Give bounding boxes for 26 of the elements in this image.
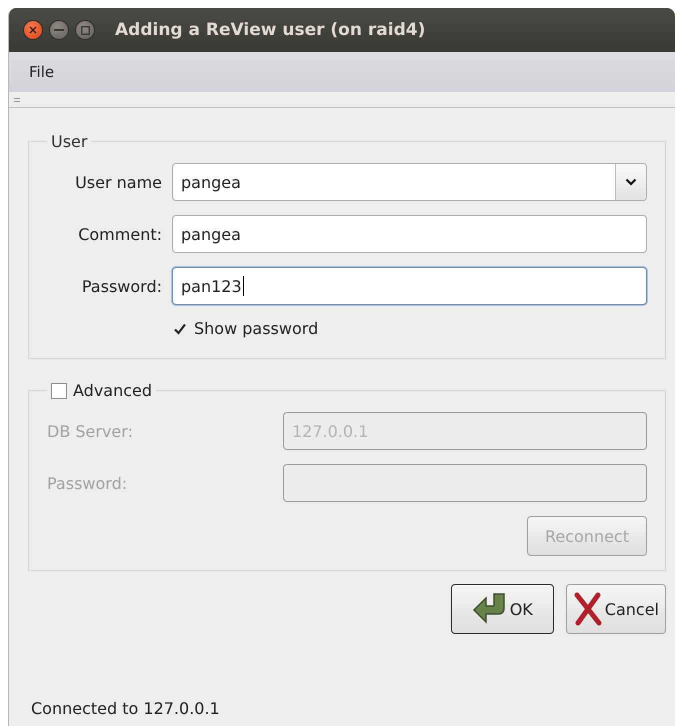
group-title: User [51,132,88,151]
grip-icon[interactable] [14,98,20,102]
status-text: Connected to 127.0.0.1 [30,699,221,720]
cross-icon [572,592,603,626]
dropdown-button[interactable] [615,164,646,200]
input-field[interactable]: pangea [172,215,647,253]
maximize-icon[interactable] [75,20,95,40]
input-field[interactable]: pan123 [172,267,647,305]
cancel-button[interactable]: Cancel [566,584,666,634]
menu-item[interactable]: File [29,63,54,81]
checkmark-icon [173,322,187,336]
checkbox-label: Advanced [73,381,152,400]
combo-box[interactable]: pangea [172,163,647,201]
minimize-icon[interactable] [49,20,69,40]
chevron-down-icon [625,178,637,186]
window-title: Adding a ReView user (on raid4) [115,20,426,40]
field-label: Password: [47,474,128,492]
checkbox[interactable] [51,382,67,398]
close-icon[interactable] [23,20,43,40]
field-label: User name [74,172,162,192]
field-label: Password: [80,276,162,296]
ok-button[interactable]: OK [450,584,554,634]
return-arrow-icon [472,592,508,626]
field-label: Comment: [77,224,162,244]
field-label: DB Server: [47,422,134,440]
checkbox-label: Show password [194,319,318,338]
